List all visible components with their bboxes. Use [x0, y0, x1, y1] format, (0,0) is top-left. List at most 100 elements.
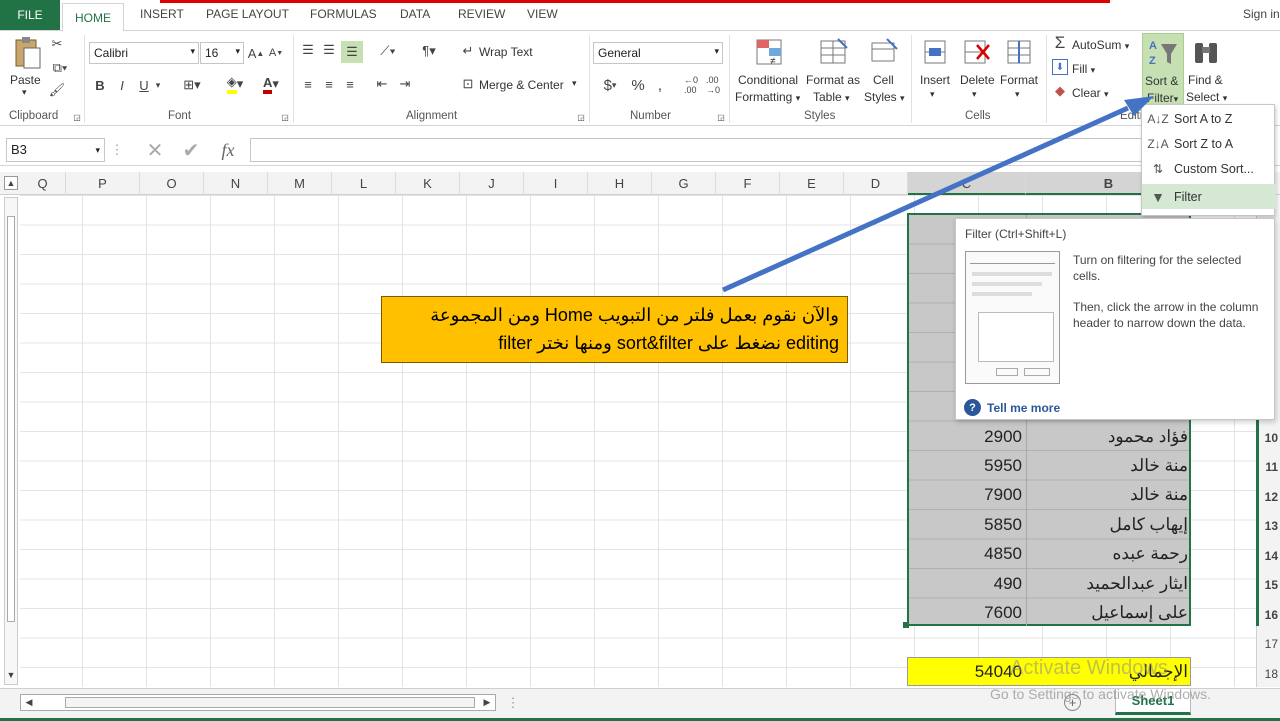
row-header[interactable]: 12 — [1265, 490, 1278, 504]
scroll-right-icon[interactable]: ▶ — [481, 696, 493, 709]
align-left-icon[interactable]: ≡ — [299, 75, 317, 93]
binoculars-icon[interactable] — [1190, 35, 1222, 69]
vertical-scrollbar[interactable]: ▼ — [4, 197, 18, 685]
menu-item-sort-z-to-a[interactable]: Z↓A Sort Z to A — [1142, 131, 1276, 156]
fill-color-icon[interactable]: ◈ ▾ — [220, 73, 250, 95]
font-size-select[interactable]: 16 ▾ — [200, 42, 244, 64]
chevron-down-icon[interactable]: ▾ — [1015, 89, 1020, 100]
column-header[interactable]: I — [524, 172, 588, 195]
cell-styles-label[interactable]: Cell — [873, 73, 894, 87]
comma-button[interactable]: , — [652, 75, 668, 95]
menu-item-filter[interactable]: ▼ Filter — [1142, 184, 1276, 209]
row-header[interactable]: 15 — [1265, 578, 1278, 592]
cell-amount[interactable]: 490 — [930, 574, 1022, 594]
chevron-down-icon[interactable]: ▾ — [972, 89, 977, 100]
enter-icon[interactable]: ✔ — [178, 138, 204, 162]
percent-button[interactable]: % — [629, 75, 647, 95]
currency-button[interactable]: $ ▾ — [597, 75, 623, 95]
number-format-select[interactable]: General ▾ — [593, 42, 723, 64]
cancel-icon[interactable]: ✕ — [142, 138, 168, 162]
insert-cells-icon[interactable] — [920, 35, 950, 69]
find-select-label-2[interactable]: Select ▾ — [1186, 90, 1227, 104]
column-header[interactable]: J — [460, 172, 524, 195]
cell-name[interactable]: ايثار عبدالحميد — [1030, 574, 1188, 594]
cell-name[interactable]: على إسماعيل — [1030, 603, 1188, 623]
shrink-font-icon[interactable]: A ▼ — [268, 43, 284, 63]
column-header[interactable]: M — [268, 172, 332, 195]
conditional-formatting-label-2[interactable]: Formatting ▾ — [735, 90, 800, 104]
row-header[interactable]: 17 — [1265, 637, 1278, 651]
cut-icon[interactable]: ✂ — [48, 35, 66, 53]
paste-dropdown-icon[interactable]: ▾ — [22, 87, 27, 98]
row-header[interactable]: 10 — [1265, 431, 1278, 445]
find-select-label[interactable]: Find & — [1188, 73, 1223, 87]
insert-function-icon[interactable]: fx — [214, 138, 242, 162]
row-header[interactable]: 18 — [1265, 667, 1278, 681]
tab-review[interactable]: REVIEW — [458, 7, 505, 21]
format-as-table-icon[interactable] — [817, 35, 849, 69]
column-header[interactable]: K — [396, 172, 460, 195]
chevron-down-icon[interactable]: ▾ — [930, 89, 935, 100]
column-header[interactable]: L — [332, 172, 396, 195]
cell-name[interactable]: رحمة عبده — [1030, 544, 1189, 564]
cell-amount[interactable]: 7600 — [930, 603, 1022, 623]
cell-name[interactable]: إيهاب كامل — [1030, 515, 1188, 535]
column-header[interactable]: Q — [20, 172, 66, 195]
tab-view[interactable]: VIEW — [527, 7, 558, 21]
paste-icon[interactable] — [10, 35, 44, 71]
font-name-select[interactable]: Calibri ▾ — [89, 42, 199, 64]
format-cells-button[interactable]: Format — [1000, 73, 1038, 87]
format-as-table-label[interactable]: Format as — [806, 73, 860, 87]
name-box[interactable]: B3 ▾ — [6, 138, 105, 162]
decrease-decimal-icon[interactable]: .00 →0 — [704, 75, 722, 95]
paste-button[interactable]: Paste — [10, 73, 41, 87]
grow-font-icon[interactable]: A ▲ — [248, 43, 265, 63]
row-header[interactable]: 16 — [1265, 608, 1278, 622]
column-header[interactable]: E — [780, 172, 844, 195]
tab-page-layout[interactable]: PAGE LAYOUT — [206, 7, 289, 21]
fill-handle[interactable] — [903, 622, 909, 628]
fill-button[interactable]: Fill ▾ — [1072, 62, 1095, 76]
underline-dropdown-icon[interactable]: ▾ — [152, 75, 164, 95]
column-header[interactable]: F — [716, 172, 780, 195]
copy-icon[interactable]: ⧉▾ — [48, 59, 72, 77]
tab-home[interactable]: HOME — [62, 3, 124, 31]
align-middle-icon[interactable]: ☰ — [320, 41, 338, 59]
delete-cells-button[interactable]: Delete — [960, 73, 995, 87]
conditional-formatting-icon[interactable]: ≠ — [753, 35, 785, 69]
font-color-icon[interactable]: A ▾ — [256, 73, 286, 95]
tab-data[interactable]: DATA — [400, 7, 430, 21]
column-header[interactable]: P — [66, 172, 140, 195]
row-header[interactable]: 13 — [1265, 519, 1278, 533]
cell-styles-label-2[interactable]: Styles ▾ — [864, 90, 905, 104]
alignment-launcher-icon[interactable]: ◲ — [576, 112, 586, 122]
scrollbar-thumb[interactable] — [7, 216, 15, 622]
scroll-left-icon[interactable]: ◀ — [23, 696, 35, 709]
decrease-indent-icon[interactable]: ⇤ — [373, 75, 391, 93]
scroll-up-icon[interactable]: ▲ — [4, 176, 18, 190]
sign-in-link[interactable]: Sign in — [1243, 7, 1280, 21]
cell-amount[interactable]: 4850 — [930, 544, 1022, 564]
conditional-formatting-label[interactable]: Conditional — [738, 73, 798, 87]
menu-item-sort-a-to-z[interactable]: A↓Z Sort A to Z — [1142, 106, 1276, 131]
formula-input[interactable] — [250, 138, 1274, 162]
row-header[interactable]: 14 — [1265, 549, 1278, 563]
increase-decimal-icon[interactable]: ←0.00 — [682, 75, 700, 95]
total-amount[interactable]: 54040 — [930, 662, 1022, 682]
cell-amount[interactable]: 7900 — [930, 485, 1022, 505]
column-header[interactable]: N — [204, 172, 268, 195]
delete-cells-icon[interactable] — [960, 35, 992, 69]
cell-styles-icon[interactable] — [868, 35, 900, 69]
menu-item-custom-sort[interactable]: ⇅ Custom Sort... — [1142, 156, 1276, 181]
insert-cells-button[interactable]: Insert — [920, 73, 950, 87]
borders-icon[interactable]: ⊞▾ — [178, 75, 206, 95]
number-launcher-icon[interactable]: ◲ — [716, 112, 726, 122]
format-cells-icon[interactable] — [1003, 35, 1035, 69]
horizontal-scrollbar[interactable]: ◀ ▶ — [20, 694, 496, 711]
row-header[interactable]: 11 — [1265, 460, 1278, 474]
clipboard-launcher-icon[interactable]: ◲ — [72, 112, 82, 122]
tab-insert[interactable]: INSERT — [140, 7, 184, 21]
merge-center-button[interactable]: Merge & Center — [479, 78, 564, 92]
clear-button[interactable]: Clear ▾ — [1072, 86, 1109, 100]
chevron-down-icon[interactable]: ▾ — [572, 78, 577, 89]
